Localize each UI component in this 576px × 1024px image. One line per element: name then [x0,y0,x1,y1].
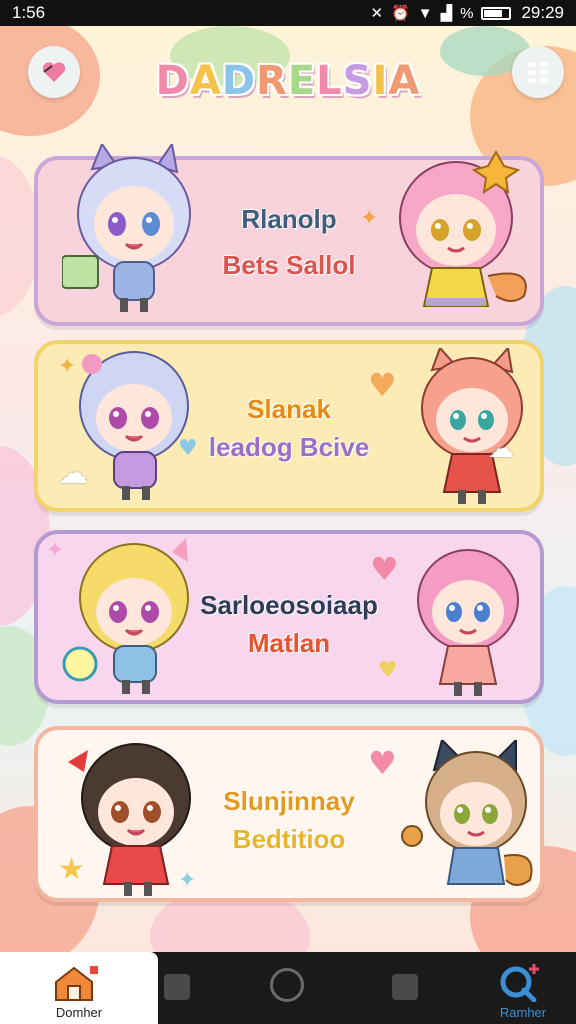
nav-search-label: Ramher [499,1005,547,1020]
chibi-character-icon [417,549,519,696]
star-icon: ★ [58,852,85,887]
title-letter: A [189,58,222,104]
heart-icon: ♥ [378,658,398,683]
character-card-2[interactable]: Slanak leadog Bcive ♥ ♥ ☁ ☁ ✦ [34,340,544,512]
character-card-4[interactable]: Slunjinnay Bedtitioo ♥ ★ ✦ [34,726,544,902]
status-clock-right: 29:29 [521,3,564,22]
cloud-icon: ☁ [488,434,514,464]
nav-square-button[interactable] [164,974,190,1000]
search-icon [500,964,539,1002]
sparkle-icon: ✦ [360,206,379,231]
heart-icon: ♥ [178,436,198,461]
character-card-1[interactable]: Rlanolp Bets Sallol ✦ [34,144,544,326]
wifi-icon: ▼ [417,4,433,22]
grid-menu-icon [528,62,548,83]
nav-home-label: Domher [55,1005,103,1020]
menu-button[interactable] [512,46,564,98]
sparkle-icon: ✦ [178,868,197,893]
battery-percent: % [460,4,474,22]
title-letter: R [256,58,288,104]
alarm-icon: ⏰ [391,5,410,22]
chibi-character-icon [399,149,527,307]
battery-icon [481,6,512,20]
nav-home-tab[interactable]: Domher [0,952,158,1024]
heart-icon: ♥ [368,366,397,404]
status-bar: 1:56 ✕ ⏰ ▼ ▟ % 29:29 [0,0,576,26]
title-letter: D [155,58,190,104]
chibi-character-icon [401,740,533,886]
nav-circle-button[interactable] [270,968,304,1002]
chibi-character-icon [421,348,523,504]
back-heart-icon [42,62,66,82]
title-letter: L [316,58,343,104]
sparkle-icon: ✦ [46,538,65,563]
title-letter: A [388,58,421,104]
nav-recent-button[interactable] [392,974,418,1000]
heart-icon: ♥ [370,550,399,588]
home-icon [55,966,98,1001]
bottom-nav-bar: Domher Ramher [0,952,576,1024]
app-title: DADRELSIA [140,58,436,104]
cloud-icon: ☁ [58,456,88,491]
title-letter: S [342,58,373,104]
status-time: 1:56 [12,3,46,22]
mute-icon: ✕ [370,5,384,22]
character-card-3[interactable]: Sarloeosoiaap Matlan ♥ ♥ ✦ [34,530,544,704]
title-letter: E [287,58,317,104]
back-button[interactable] [28,46,80,98]
title-letter: I [372,58,389,104]
signal-icon: ▟ [440,5,453,22]
heart-icon: ♥ [368,744,397,782]
chibi-character-icon [62,538,189,694]
nav-search-tab[interactable]: Ramher [470,952,576,1024]
title-letter: D [221,58,257,104]
sparkle-icon: ✦ [58,354,77,379]
chibi-character-icon [62,144,191,312]
